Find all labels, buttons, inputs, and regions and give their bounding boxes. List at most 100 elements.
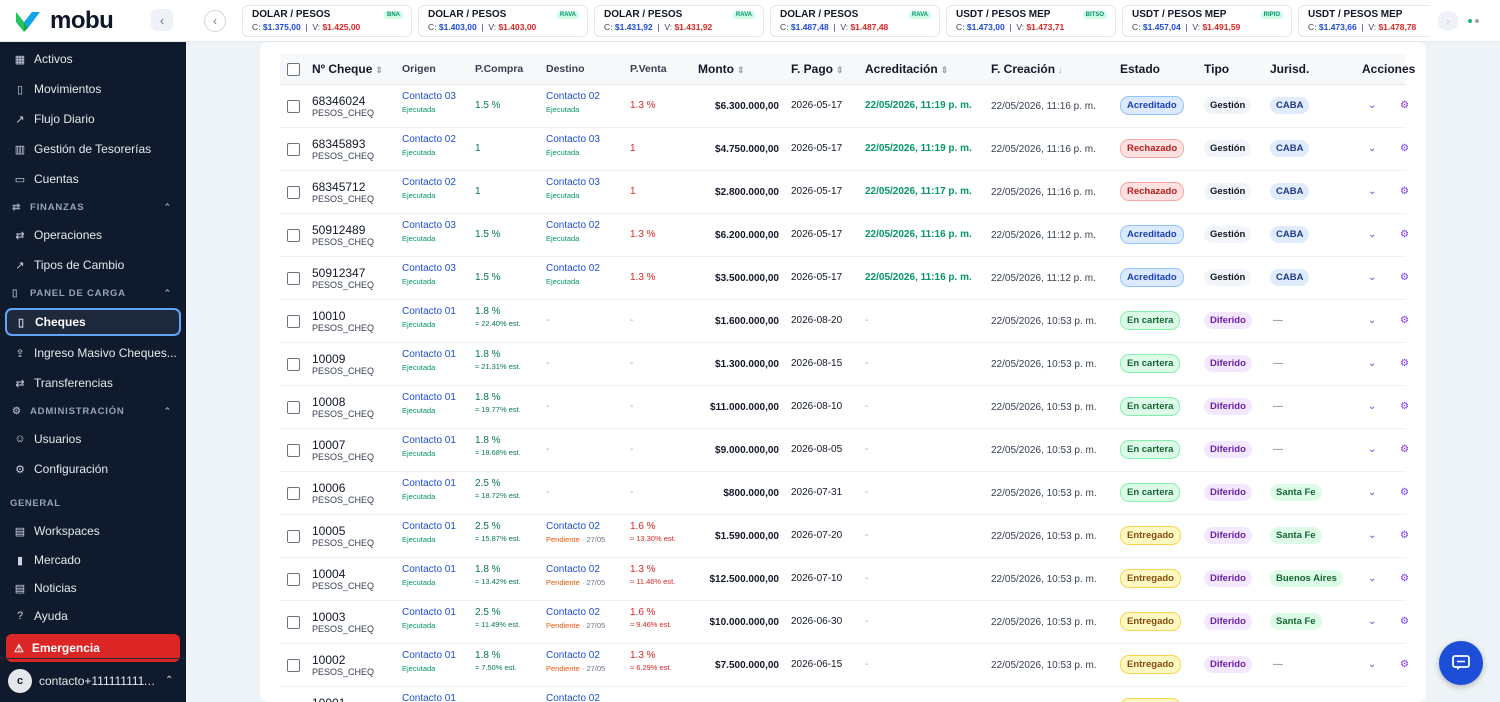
origen-link[interactable]: Contacto 01 xyxy=(402,693,456,702)
destino-link[interactable]: Contacto 02 xyxy=(546,607,605,618)
destino-link[interactable]: Contacto 03 xyxy=(546,177,600,188)
ticker-card[interactable]: USDT / PESOS MEP RIPIO C: $1.457,04 | V: $… xyxy=(1122,4,1292,37)
ticker-card[interactable]: USDT / PESOS MEPBINC: $1.473,66 | V: $1.… xyxy=(1298,4,1430,37)
expand-row-button[interactable]: ⌄ xyxy=(1368,601,1376,627)
row-actions-button[interactable]: ⚙ xyxy=(1400,85,1409,111)
chat-button[interactable] xyxy=(1439,641,1483,685)
origen-link[interactable]: Contacto 01 xyxy=(402,607,456,618)
origen-link[interactable]: Contacto 01 xyxy=(402,306,456,317)
row-actions-button[interactable]: ⚙ xyxy=(1400,429,1409,455)
expand-row-button[interactable]: ⌄ xyxy=(1368,472,1376,498)
sidebar-item-workspaces[interactable]: ▤ Workspaces xyxy=(0,516,186,546)
table-row[interactable]: 10006 PESOS_CHEQ Contacto 01 Ejecutada 2.5 %… xyxy=(280,472,1409,515)
row-actions-button[interactable]: ⚙ xyxy=(1400,644,1409,670)
expand-row-button[interactable]: ⌄ xyxy=(1368,644,1376,670)
sidebar-section-finanzas[interactable]: ⇄ FINANZAS ⌃ xyxy=(0,194,186,220)
expand-row-button[interactable]: ⌄ xyxy=(1368,128,1376,154)
row-checkbox[interactable] xyxy=(287,616,300,629)
row-checkbox[interactable] xyxy=(287,659,300,672)
sidebar-item-cuentas[interactable]: ▭ Cuentas xyxy=(0,164,186,194)
row-checkbox[interactable] xyxy=(287,272,300,285)
expand-row-button[interactable]: ⌄ xyxy=(1368,343,1376,369)
sidebar-section-administracion[interactable]: ⚙ ADMINISTRACIÓN ⌃ xyxy=(0,398,186,424)
table-row[interactable]: 10009 PESOS_CHEQ Contacto 01 Ejecutada 1.8 %… xyxy=(280,343,1409,386)
expand-row-button[interactable]: ⌄ xyxy=(1368,386,1376,412)
row-actions-button[interactable]: ⚙ xyxy=(1400,386,1409,412)
expand-row-button[interactable]: ⌄ xyxy=(1368,85,1376,111)
origen-link[interactable]: Contacto 02 xyxy=(402,177,456,188)
origen-link[interactable]: Contacto 02 xyxy=(402,134,456,145)
origen-link[interactable]: Contacto 01 xyxy=(402,650,456,661)
row-checkbox[interactable] xyxy=(287,143,300,156)
expand-row-button[interactable]: ⌄ xyxy=(1368,300,1376,326)
sidebar-item-usuarios[interactable]: ☺ Usuarios xyxy=(0,424,186,454)
destino-link[interactable]: Contacto 02 xyxy=(546,564,605,575)
sidebar-item-noticias[interactable]: ▤ Noticias xyxy=(0,574,186,602)
ticker-card[interactable]: USDT / PESOS MEP BITSO C: $1.473,00 | V: $… xyxy=(946,4,1116,37)
destino-link[interactable]: Contacto 02 xyxy=(546,521,605,532)
col-monto[interactable]: Monto ⇕ xyxy=(698,54,745,86)
table-row[interactable]: 50912489 PESOS_CHEQ Contacto 03 Ejecutada 1.… xyxy=(280,214,1409,257)
origen-link[interactable]: Contacto 03 xyxy=(402,220,456,231)
row-checkbox[interactable] xyxy=(287,487,300,500)
row-checkbox[interactable] xyxy=(287,444,300,457)
origen-link[interactable]: Contacto 03 xyxy=(402,91,456,102)
sidebar-item-ayuda[interactable]: ? Ayuda xyxy=(0,602,186,630)
expand-row-button[interactable]: ⌄ xyxy=(1368,171,1376,197)
row-actions-button[interactable]: ⚙ xyxy=(1400,558,1409,584)
table-row[interactable]: 10007 PESOS_CHEQ Contacto 01 Ejecutada 1.8 %… xyxy=(280,429,1409,472)
row-actions-button[interactable]: ⚙ xyxy=(1400,515,1409,541)
origen-link[interactable]: Contacto 01 xyxy=(402,478,456,489)
origen-link[interactable]: Contacto 01 xyxy=(402,564,456,575)
row-checkbox[interactable] xyxy=(287,573,300,586)
sidebar-item-configuracion[interactable]: ⚙ Configuración xyxy=(0,454,186,484)
table-row[interactable]: 10005 PESOS_CHEQ Contacto 01 Ejecutada 2.5 %… xyxy=(280,515,1409,558)
row-checkbox[interactable] xyxy=(287,530,300,543)
sidebar-item-transferencias[interactable]: ⇄ Transferencias xyxy=(0,368,186,398)
row-actions-button[interactable]: ⚙ xyxy=(1400,343,1409,369)
expand-row-button[interactable]: ⌄ xyxy=(1368,558,1376,584)
row-actions-button[interactable]: ⚙ xyxy=(1400,687,1409,702)
sidebar-item-gestion-tesorerias[interactable]: ▥ Gestión de Tesorerías xyxy=(0,134,186,164)
sidebar-section-panel-carga[interactable]: ▯ PANEL DE CARGA ⌃ xyxy=(0,280,186,306)
table-row[interactable]: 10003 PESOS_CHEQ Contacto 01 Ejecutada 2.5 %… xyxy=(280,601,1409,644)
col-fcreacion[interactable]: F. Creación ↓ xyxy=(991,54,1063,86)
table-row[interactable]: 68345712 PESOS_CHEQ Contacto 02 Ejecutada 1 C… xyxy=(280,171,1409,214)
collapse-sidebar-button[interactable]: ‹ xyxy=(151,9,173,31)
destino-link[interactable]: Contacto 02 xyxy=(546,91,600,102)
ticker-card[interactable]: DOLAR / PESOS RAVA C: $1.487,48 | V: $1.48… xyxy=(770,4,940,37)
sidebar-item-tipos-cambio[interactable]: ↗ Tipos de Cambio xyxy=(0,250,186,280)
table-row[interactable]: 68345893 PESOS_CHEQ Contacto 02 Ejecutada 1 C… xyxy=(280,128,1409,171)
row-actions-button[interactable]: ⚙ xyxy=(1400,214,1409,240)
ticker-card[interactable]: DOLAR / PESOS RAVA C: $1.431,92 | V: $1.43… xyxy=(594,4,764,37)
expand-row-button[interactable]: ⌄ xyxy=(1368,687,1376,702)
row-actions-button[interactable]: ⚙ xyxy=(1400,601,1409,627)
row-checkbox[interactable] xyxy=(287,229,300,242)
sidebar-item-mercado[interactable]: ▮ Mercado xyxy=(0,546,186,574)
destino-link[interactable]: Contacto 03 xyxy=(546,134,600,145)
row-actions-button[interactable]: ⚙ xyxy=(1400,128,1409,154)
expand-row-button[interactable]: ⌄ xyxy=(1368,429,1376,455)
table-row[interactable]: 10008 PESOS_CHEQ Contacto 01 Ejecutada 1.8 %… xyxy=(280,386,1409,429)
origen-link[interactable]: Contacto 03 xyxy=(402,263,456,274)
select-all-checkbox[interactable] xyxy=(287,63,300,76)
table-row[interactable]: 10002 PESOS_CHEQ Contacto 01 Ejecutada 1.8 %… xyxy=(280,644,1409,687)
col-fpago[interactable]: F. Pago ⇕ xyxy=(791,54,844,86)
sidebar-item-movimientos[interactable]: ▯ Movimientos xyxy=(0,74,186,104)
row-checkbox[interactable] xyxy=(287,186,300,199)
sidebar-item-activos[interactable]: ▦ Activos xyxy=(0,44,186,74)
row-checkbox[interactable] xyxy=(287,315,300,328)
expand-row-button[interactable]: ⌄ xyxy=(1368,214,1376,240)
row-checkbox[interactable] xyxy=(287,100,300,113)
pagination-dot[interactable] xyxy=(1475,18,1479,23)
row-actions-button[interactable]: ⚙ xyxy=(1400,171,1409,197)
sidebar-item-cheques[interactable]: ▯ Cheques xyxy=(5,308,181,336)
ticker-prev-button[interactable]: ‹ xyxy=(204,9,226,32)
row-actions-button[interactable]: ⚙ xyxy=(1400,300,1409,326)
row-actions-button[interactable]: ⚙ xyxy=(1400,257,1409,283)
origen-link[interactable]: Contacto 01 xyxy=(402,521,456,532)
table-row[interactable]: 10004 PESOS_CHEQ Contacto 01 Ejecutada 1.8 %… xyxy=(280,558,1409,601)
origen-link[interactable]: Contacto 01 xyxy=(402,435,456,446)
origen-link[interactable]: Contacto 01 xyxy=(402,392,456,403)
ticker-card[interactable]: DOLAR / PESOS BNA C: $1.375,00 | V: $1.425… xyxy=(242,4,412,37)
